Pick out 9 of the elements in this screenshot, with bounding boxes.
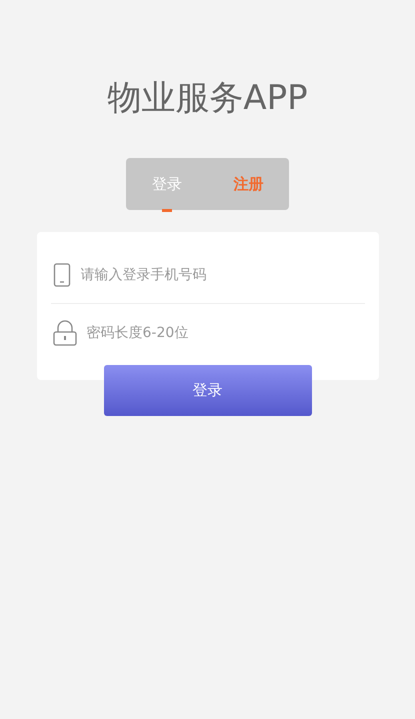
password-field[interactable]: 密码长度6-20位 [84,318,364,348]
lock-icon [52,320,76,346]
login-button[interactable]: 登录 [104,365,312,416]
phone-field[interactable]: 请输入登录手机号码 [78,260,364,290]
app-title: 物业服务APP [107,77,308,120]
tab[interactable]: 注册 [208,158,289,210]
tab[interactable]: 登录 [126,158,208,210]
phone-icon [52,262,70,286]
tab-indicator [162,209,172,212]
